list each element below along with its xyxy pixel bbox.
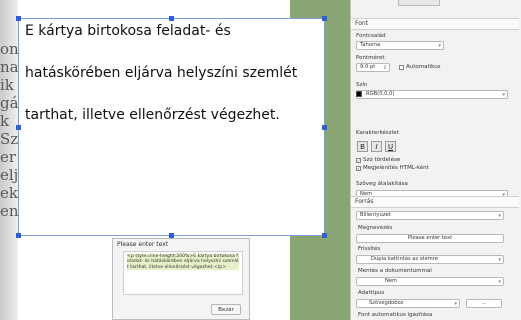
chevron-down-icon: ▾ bbox=[454, 301, 457, 307]
font-size-label: Pontméret bbox=[356, 55, 385, 61]
text-line: tarthat, illetve ellenőrzést végezhet. bbox=[25, 107, 280, 123]
ellipsis-button[interactable]: ... bbox=[466, 299, 502, 308]
side-fragment: ik bbox=[0, 76, 14, 94]
source-value: Billentyűzet bbox=[360, 212, 391, 218]
side-fragment: Sze bbox=[0, 130, 18, 148]
font-family-select[interactable]: Tahoma ▾ bbox=[356, 41, 444, 50]
chevron-down-icon: ▾ bbox=[498, 257, 501, 263]
bold-button[interactable]: B bbox=[357, 141, 368, 152]
html-checkbox[interactable]: ✓ bbox=[356, 166, 361, 171]
font-family-label: Fontcsalád bbox=[356, 33, 386, 39]
color-value: RGB(0,0,0) bbox=[366, 91, 395, 97]
ellipsis-label: ... bbox=[481, 300, 487, 306]
font-family-value: Tahoma bbox=[360, 42, 381, 48]
chevron-down-icon: ▾ bbox=[502, 92, 505, 98]
datatype-select[interactable]: Szövegdoboz ▾ bbox=[356, 299, 460, 308]
side-fragment: er bbox=[0, 148, 17, 166]
chevron-down-icon: ▾ bbox=[498, 279, 501, 285]
selected-text-box[interactable]: E kártya birtokosa feladat- és hatásköré… bbox=[18, 18, 325, 236]
font-section-header[interactable]: Font bbox=[351, 18, 519, 30]
transform-label: Szöveg átalakítása bbox=[356, 181, 408, 187]
datatype-label: Adattípus bbox=[358, 290, 385, 296]
charset-label: Karakterkészlet bbox=[356, 130, 399, 136]
side-fragment: on bbox=[0, 40, 18, 58]
resize-handle-e[interactable] bbox=[322, 125, 327, 130]
save-select[interactable]: Nem ▾ bbox=[356, 277, 504, 286]
text-line: E kártya birtokosa feladat- és bbox=[25, 23, 231, 39]
text-entry-area[interactable]: <p style=line-height:200%>E kártya birto… bbox=[123, 251, 243, 295]
color-label: Szín bbox=[356, 82, 368, 88]
stepper-arrows-icon: ↕ bbox=[382, 65, 387, 71]
panel-top-button[interactable] bbox=[398, 0, 440, 6]
prompt-value: Please enter text bbox=[407, 235, 453, 241]
word-wrap-checkbox[interactable]: ✓ bbox=[356, 158, 361, 163]
font-size-value: 9.0 pt bbox=[360, 64, 376, 70]
document-side-text: on na ik gál k Sze er eljá ek en bbox=[0, 40, 18, 220]
resize-handle-w[interactable] bbox=[16, 125, 21, 130]
save-value: Nem bbox=[385, 278, 398, 284]
html-code-text: <p style=line-height:200%>E kártya birto… bbox=[127, 254, 239, 271]
side-fragment: gál bbox=[0, 94, 18, 112]
side-fragment: eljá bbox=[0, 166, 18, 184]
dialog-title: Please enter text bbox=[117, 241, 169, 248]
trigger-label: Frissítés bbox=[358, 246, 381, 252]
auto-checkbox[interactable] bbox=[399, 65, 404, 70]
trigger-value: Dupla kattintás az elemre bbox=[371, 256, 438, 262]
save-label: Mentés a dokumentummal bbox=[358, 268, 432, 274]
color-swatch bbox=[356, 91, 362, 97]
color-select[interactable]: RGB(0,0,0) ▾ bbox=[356, 90, 508, 99]
source-section-header[interactable]: Forrás bbox=[351, 196, 519, 208]
auto-label: Automatikus bbox=[406, 64, 441, 70]
word-wrap-label: Szó tördelése bbox=[363, 157, 401, 163]
chevron-down-icon: ▾ bbox=[438, 43, 441, 49]
underline-button[interactable]: U bbox=[385, 141, 396, 152]
resize-handle-n[interactable] bbox=[169, 16, 174, 21]
resize-handle-ne[interactable] bbox=[322, 16, 327, 21]
resize-handle-sw[interactable] bbox=[16, 233, 21, 238]
side-fragment: na bbox=[0, 58, 18, 76]
trigger-select[interactable]: Dupla kattintás az elemre ▾ bbox=[356, 255, 504, 264]
font-size-stepper[interactable]: 9.0 pt ↕ bbox=[356, 63, 390, 72]
text-line: hatáskörében eljárva helyszíni szemlét bbox=[25, 65, 298, 81]
source-select[interactable]: Billentyűzet ▾ bbox=[356, 211, 504, 220]
html-label: Megjelenítés HTML-ként bbox=[363, 165, 429, 171]
text-entry-dialog: Please enter text <p style=line-height:2… bbox=[112, 238, 250, 320]
side-fragment: ek bbox=[0, 184, 18, 202]
side-fragment: en bbox=[0, 202, 18, 220]
prompt-label: Megnevezés bbox=[358, 225, 393, 231]
close-button[interactable]: Bezár bbox=[211, 304, 241, 315]
resize-handle-nw[interactable] bbox=[16, 16, 21, 21]
resize-handle-se[interactable] bbox=[322, 233, 327, 238]
chevron-down-icon: ▾ bbox=[498, 213, 501, 219]
italic-button[interactable]: I bbox=[371, 141, 382, 152]
prompt-input[interactable]: Please enter text bbox=[356, 234, 504, 243]
datatype-value: Szövegdoboz bbox=[369, 300, 404, 306]
auto-font-label: Font automatikus igazítása bbox=[358, 312, 433, 318]
